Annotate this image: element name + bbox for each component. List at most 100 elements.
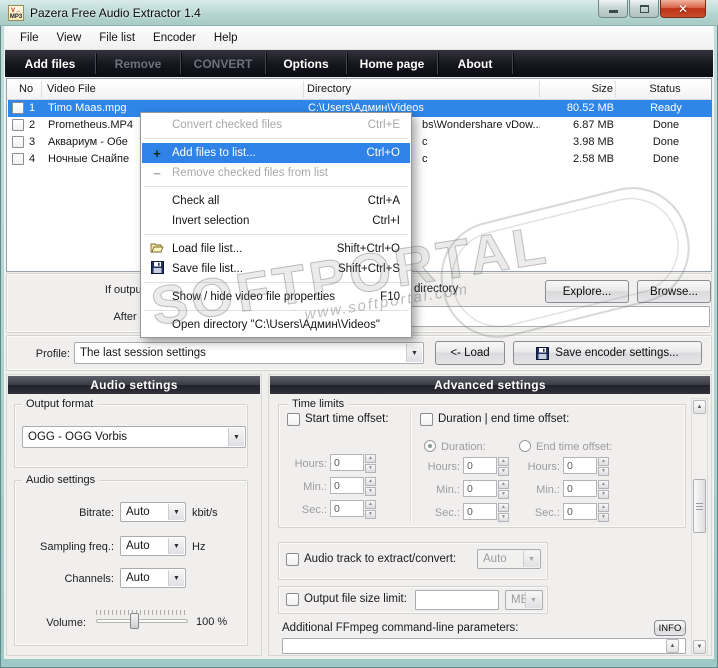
end-min-spinner[interactable]: 0 ▲ ▼ xyxy=(563,480,609,499)
window-title: Pazera Free Audio Extractor 1.4 xyxy=(30,6,201,20)
menu-file-list[interactable]: File list xyxy=(90,29,144,47)
column-header-directory[interactable]: Directory xyxy=(307,83,351,95)
ffmpeg-params-input[interactable] xyxy=(282,638,686,654)
menu-help[interactable]: Help xyxy=(205,29,247,47)
menu-view[interactable]: View xyxy=(48,29,91,47)
start-hours-spinner[interactable]: 0 ▲ ▼ xyxy=(330,454,376,473)
column-header-size[interactable]: Size xyxy=(543,83,613,95)
app-window: V→ MP3 Pazera Free Audio Extractor 1.4 ✕… xyxy=(0,0,718,668)
output-format-combo[interactable]: OGG - OGG Vorbis ▼ xyxy=(22,426,246,448)
explore-button[interactable]: Explore... xyxy=(545,280,629,303)
title-bar[interactable]: V→ MP3 Pazera Free Audio Extractor 1.4 ✕ xyxy=(0,0,718,26)
end-sec-spinner[interactable]: 0 ▲ ▼ xyxy=(563,503,609,522)
menu-separator xyxy=(144,186,408,187)
spin-down-icon[interactable]: ▼ xyxy=(365,487,376,496)
row-size: 2.58 MB xyxy=(573,153,614,165)
row-checkbox[interactable] xyxy=(12,119,24,131)
row-number: 1 xyxy=(29,102,36,114)
load-profile-button[interactable]: <- Load xyxy=(435,341,505,365)
volume-slider-thumb[interactable] xyxy=(130,613,139,629)
row-checkbox[interactable] xyxy=(12,136,24,148)
duration-hours-label: Hours: xyxy=(427,461,460,473)
menu-file[interactable]: File xyxy=(11,29,48,47)
duration-checkbox[interactable] xyxy=(420,413,433,426)
spinner-value: 0 xyxy=(330,454,364,471)
volume-slider[interactable] xyxy=(96,619,188,623)
start-sec-spinner[interactable]: 0 ▲ ▼ xyxy=(330,500,376,519)
dropdown-arrow-icon[interactable]: ▼ xyxy=(168,504,184,520)
end-offset-radio[interactable] xyxy=(519,440,531,452)
menu-item-load-file-list[interactable]: Load file list... Shift+Ctrl+O xyxy=(142,239,410,259)
end-min-label: Min.: xyxy=(536,484,560,496)
duration-min-spinner[interactable]: 0 ▲ ▼ xyxy=(463,480,509,499)
menu-item-save-file-list[interactable]: Save file list... Shift+Ctrl+S xyxy=(142,259,410,279)
size-limit-checkbox[interactable] xyxy=(286,593,299,606)
browse-button[interactable]: Browse... xyxy=(637,280,711,303)
maximize-button[interactable] xyxy=(629,0,659,18)
dropdown-arrow-icon[interactable]: ▼ xyxy=(168,570,184,586)
spin-down-icon[interactable]: ▼ xyxy=(598,490,609,499)
spin-up-icon[interactable]: ▲ xyxy=(598,503,609,512)
spin-down-icon[interactable]: ▼ xyxy=(598,467,609,476)
audio-settings-header: Audio settings xyxy=(8,376,260,394)
menu-item-add-files[interactable]: + Add files to list... Ctrl+O xyxy=(142,143,410,163)
end-hours-spinner[interactable]: 0 ▲ ▼ xyxy=(563,457,609,476)
spin-up-icon[interactable]: ▲ xyxy=(598,457,609,466)
dropdown-arrow-icon[interactable]: ▼ xyxy=(168,538,184,554)
about-button[interactable]: About xyxy=(438,50,512,77)
options-button[interactable]: Options xyxy=(266,50,346,77)
save-encoder-settings-button[interactable]: Save encoder settings... xyxy=(513,341,702,365)
column-divider xyxy=(303,81,304,98)
scrollbar-thumb[interactable] xyxy=(693,479,706,533)
row-checkbox[interactable] xyxy=(12,102,24,114)
duration-hours-spinner[interactable]: 0 ▲ ▼ xyxy=(463,457,509,476)
ffmpeg-scroll-up[interactable]: ▲ xyxy=(666,639,679,653)
dropdown-arrow-icon[interactable]: ▼ xyxy=(228,428,244,446)
column-header-video-file[interactable]: Video File xyxy=(47,83,96,95)
menu-item-invert-selection[interactable]: Invert selection Ctrl+I xyxy=(142,211,410,231)
bitrate-combo[interactable]: Auto ▼ xyxy=(120,502,186,522)
spin-down-icon[interactable]: ▼ xyxy=(365,510,376,519)
duration-radio[interactable] xyxy=(424,440,436,452)
toolbar: Add files Remove CONVERT Options Home pa… xyxy=(5,50,713,77)
toolbar-separator xyxy=(512,53,513,74)
info-button[interactable]: INFO xyxy=(654,620,686,636)
advanced-scrollbar[interactable]: ▲ ▼ xyxy=(691,398,708,656)
add-files-button[interactable]: Add files xyxy=(5,50,95,77)
time-limits-group-label: Time limits xyxy=(288,398,349,410)
duration-end-offset-label: Duration | end time offset: xyxy=(438,413,570,425)
spin-up-icon[interactable]: ▲ xyxy=(365,454,376,463)
start-min-spinner[interactable]: 0 ▲ ▼ xyxy=(330,477,376,496)
spin-down-icon[interactable]: ▼ xyxy=(365,464,376,473)
start-offset-checkbox[interactable] xyxy=(287,413,300,426)
volume-label: Volume: xyxy=(46,617,86,629)
minimize-button[interactable] xyxy=(598,0,628,18)
menu-item-open-directory[interactable]: Open directory "C:\Users\Админ\Videos" xyxy=(142,315,410,335)
close-button[interactable]: ✕ xyxy=(660,0,706,18)
menu-item-show-properties[interactable]: Show / hide video file properties F10 xyxy=(142,287,410,307)
channels-combo[interactable]: Auto ▼ xyxy=(120,568,186,588)
menu-item-label: Remove checked files from list xyxy=(172,167,328,179)
row-checkbox[interactable] xyxy=(12,153,24,165)
duration-sec-spinner[interactable]: 0 ▲ ▼ xyxy=(463,503,509,522)
scrollbar-down-button[interactable]: ▼ xyxy=(693,640,706,654)
output-format-value: OGG - OGG Vorbis xyxy=(28,431,128,443)
home-page-button[interactable]: Home page xyxy=(347,50,437,77)
spin-up-icon[interactable]: ▲ xyxy=(598,480,609,489)
column-header-status[interactable]: Status xyxy=(619,83,711,95)
spin-up-icon[interactable]: ▲ xyxy=(365,477,376,486)
scrollbar-up-button[interactable]: ▲ xyxy=(693,400,706,414)
profile-combo[interactable]: The last session settings ▼ xyxy=(74,342,424,364)
size-limit-input[interactable] xyxy=(415,590,499,610)
menu-item-check-all[interactable]: Check all Ctrl+A xyxy=(142,191,410,211)
menu-encoder[interactable]: Encoder xyxy=(144,29,205,47)
sampling-freq-combo[interactable]: Auto ▼ xyxy=(120,536,186,556)
size-limit-label: Output file size limit: xyxy=(304,593,407,605)
audio-track-checkbox[interactable] xyxy=(286,553,299,566)
dropdown-arrow-icon[interactable]: ▼ xyxy=(406,344,422,362)
end-hours-label: Hours: xyxy=(527,461,560,473)
column-header-no[interactable]: No xyxy=(19,83,33,95)
menu-separator xyxy=(144,282,408,283)
spin-up-icon[interactable]: ▲ xyxy=(365,500,376,509)
spin-down-icon[interactable]: ▼ xyxy=(598,513,609,522)
